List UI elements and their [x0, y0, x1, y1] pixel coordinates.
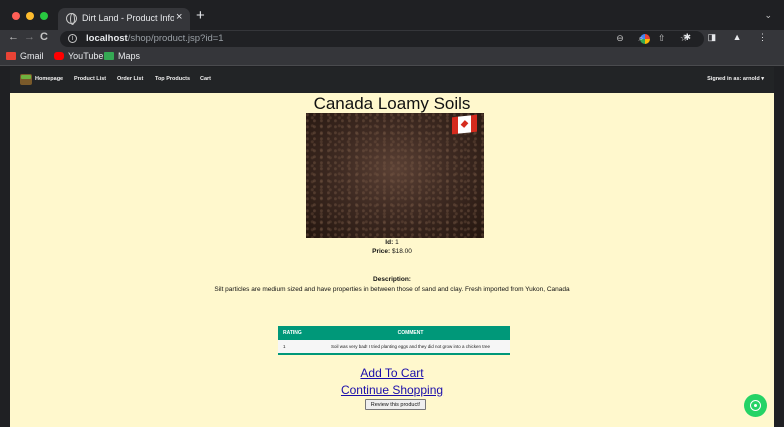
tab-close-icon[interactable]: × — [176, 11, 182, 23]
bookmark-youtube[interactable]: YouTube — [54, 51, 103, 61]
description-label: Description: — [373, 276, 411, 283]
product-image — [306, 113, 484, 238]
chevron-down-icon[interactable]: ⌄ — [764, 10, 772, 21]
nav-top-products[interactable]: Top Products — [155, 76, 190, 82]
table-header-row: RATING COMMENT — [278, 326, 510, 340]
nav-product-list[interactable]: Product List — [74, 76, 106, 82]
close-window-button[interactable] — [12, 12, 20, 20]
comment-header: COMMENT — [397, 330, 424, 336]
browser-toolbar: ← → C i localhost/shop/product.jsp?id=1 … — [0, 30, 784, 48]
minimize-window-button[interactable] — [26, 12, 34, 20]
back-button[interactable]: ← — [8, 31, 19, 43]
review-product-button[interactable]: Review this product! — [365, 399, 426, 410]
comment-cell: Soil was very bad! I tried planting eggs… — [306, 340, 510, 355]
new-tab-button[interactable]: + — [196, 8, 205, 23]
omnibox-action-icons[interactable]: ⊖ ⌕ ⇧ ☆ — [616, 33, 694, 44]
nav-order-list[interactable]: Order List — [117, 76, 143, 82]
extension-icons[interactable]: ✱ ◨ ▲ ⋮ — [684, 32, 774, 43]
product-id: Id: 1 — [385, 239, 399, 246]
gmail-icon — [6, 52, 16, 60]
add-to-cart-link[interactable]: Add To Cart — [10, 366, 774, 380]
maximize-window-button[interactable] — [40, 12, 48, 20]
nav-homepage[interactable]: Homepage — [35, 76, 63, 82]
reload-button[interactable]: C — [40, 31, 48, 43]
page-content: Homepage Product List Order List Top Pro… — [10, 67, 774, 427]
logo-icon[interactable] — [20, 74, 32, 85]
address-bar[interactable]: i localhost/shop/product.jsp?id=1 ⊖ ⌕ ⇧ … — [60, 31, 704, 47]
globe-icon — [66, 13, 77, 25]
page-title: Canada Loamy Soils — [313, 94, 471, 113]
chat-button[interactable] — [744, 394, 767, 417]
url-text: localhost/shop/product.jsp?id=1 — [86, 33, 224, 44]
info-icon[interactable]: i — [68, 34, 77, 43]
signed-in-dropdown[interactable]: Signed in as: arnold ▾ — [707, 76, 764, 82]
browser-titlebar: Dirt Land - Product Information × + ⌄ — [0, 0, 784, 30]
bookmarks-bar: Gmail YouTube Maps — [0, 48, 784, 66]
rating-cell: 1 — [278, 340, 306, 355]
bookmark-maps[interactable]: Maps — [104, 51, 140, 61]
forward-button[interactable]: → — [24, 31, 35, 43]
continue-shopping-link[interactable]: Continue Shopping — [10, 383, 774, 397]
reviews-table: RATING COMMENT 1 Soil was very bad! I tr… — [278, 326, 510, 355]
browser-tab[interactable]: Dirt Land - Product Information × — [58, 8, 190, 30]
product-price: Price: $18.00 — [372, 248, 412, 255]
bookmark-gmail[interactable]: Gmail — [6, 51, 44, 61]
youtube-icon — [54, 52, 64, 60]
tab-title: Dirt Land - Product Information — [82, 13, 174, 23]
rating-header: RATING — [283, 330, 302, 336]
maps-icon — [104, 52, 114, 60]
product-description: Silt particles are medium sized and have… — [214, 286, 570, 293]
table-row: 1 Soil was very bad! I tried planting eg… — [278, 340, 510, 355]
canadian-flag-icon — [452, 114, 477, 135]
site-navbar: Homepage Product List Order List Top Pro… — [10, 67, 774, 93]
nav-cart[interactable]: Cart — [200, 76, 211, 82]
whatsapp-icon — [750, 400, 761, 411]
